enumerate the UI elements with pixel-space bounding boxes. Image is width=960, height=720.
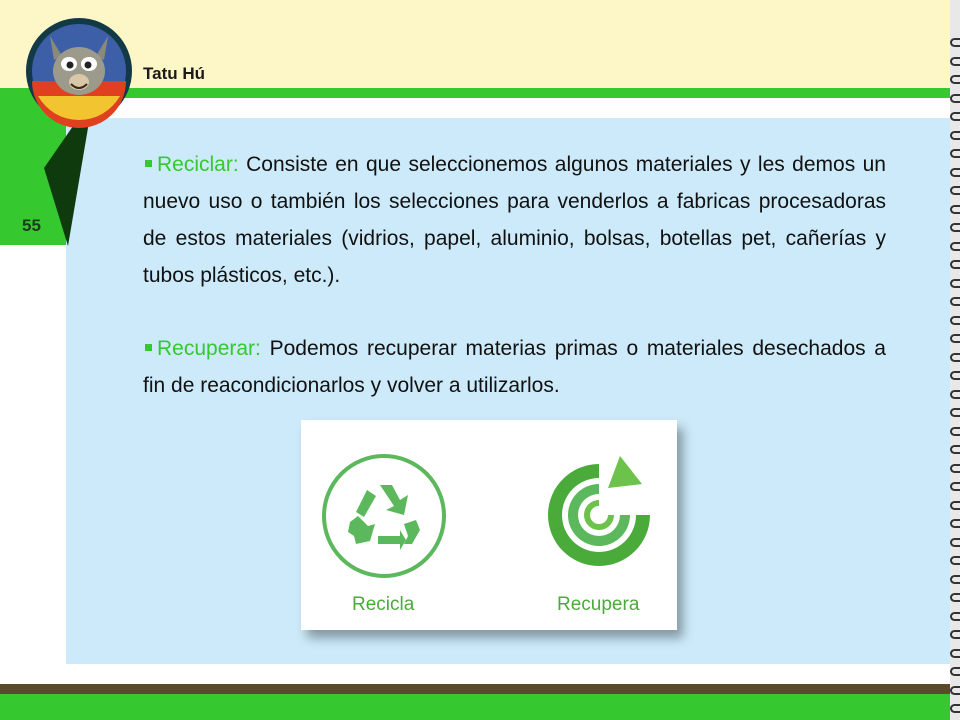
spiral-ring [950, 75, 960, 84]
spiral-ring [950, 500, 960, 510]
spiral-ring [950, 537, 960, 547]
spiral-ring [950, 519, 960, 528]
header-green-line [0, 88, 950, 98]
paragraph-reciclar: Reciclar: Consiste en que seleccionemos … [143, 146, 886, 294]
spiral-ring [950, 704, 960, 713]
page-number: 55 [22, 216, 41, 235]
footer-brown-strip [0, 684, 950, 694]
paragraph-recuperar: Recuperar: Podemos recuperar materias pr… [143, 330, 886, 404]
spiral-ring [950, 445, 960, 454]
spiral-ring [950, 130, 960, 140]
spiral-ring [950, 278, 960, 288]
spiral-ring [950, 56, 960, 66]
spiral-ring [950, 260, 960, 269]
term-recuperar: Recuperar: [157, 337, 261, 360]
spiral-ring [950, 167, 960, 177]
spiral-ring [950, 241, 960, 251]
spiral-ring [950, 389, 960, 399]
recycle-icon [322, 454, 446, 578]
text-reciclar: Consiste en que seleccionemos algunos ma… [143, 153, 886, 287]
spiral-ring [950, 630, 960, 639]
content-text: Reciclar: Consiste en que seleccionemos … [143, 146, 886, 440]
spiral-ring [950, 149, 960, 158]
spiral-ring [950, 482, 960, 491]
footer-green-band [0, 694, 950, 720]
spiral-ring [950, 93, 960, 103]
notebook-spiral [950, 0, 960, 720]
spiral-ring [950, 574, 960, 584]
armadillo-mascot-logo-icon [26, 18, 132, 246]
author-name: Tatu Hú [143, 64, 206, 83]
spiral-ring [950, 371, 960, 380]
spiral-ring [950, 204, 960, 214]
spiral-ring [950, 611, 960, 621]
bullet-square-icon [145, 159, 152, 167]
spiral-ring [950, 352, 960, 362]
spiral-ring [950, 223, 960, 232]
figure-card: Recicla Recupera [301, 420, 677, 630]
spiral-ring [950, 408, 960, 417]
spiral-ring [950, 112, 960, 121]
recovery-cycle-icon [548, 456, 650, 566]
bullet-square-icon [145, 343, 152, 351]
spiral-ring [950, 685, 960, 695]
spiral-ring [950, 334, 960, 343]
spiral-ring [950, 667, 960, 676]
spiral-ring [950, 556, 960, 565]
spiral-ring [950, 426, 960, 436]
recicla-label: Recicla [352, 594, 415, 615]
spiral-ring [950, 38, 960, 47]
spiral-ring [950, 315, 960, 325]
spiral-ring [950, 297, 960, 306]
spiral-ring [950, 186, 960, 195]
spiral-ring [950, 648, 960, 658]
spiral-ring [950, 593, 960, 602]
spiral-ring [950, 463, 960, 473]
recupera-label: Recupera [557, 594, 640, 615]
term-reciclar: Reciclar: [157, 153, 239, 176]
